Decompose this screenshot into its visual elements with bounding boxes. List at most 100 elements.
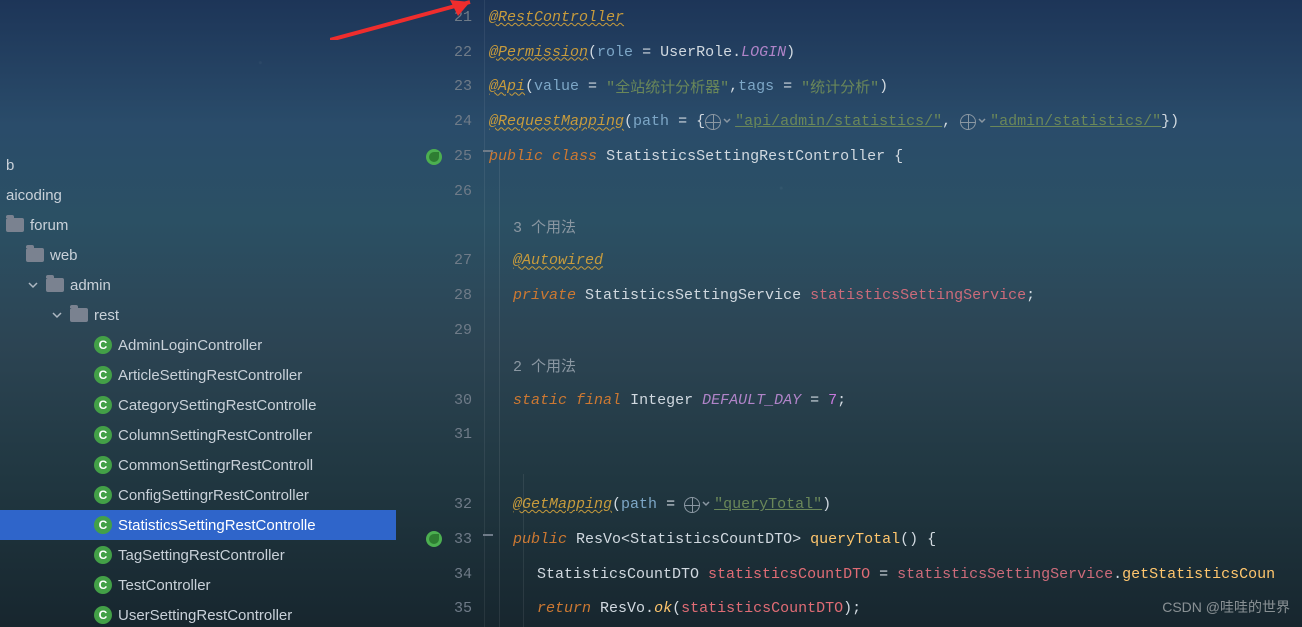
line-number: 25: [450, 148, 472, 165]
annotation: @RestController: [489, 9, 624, 26]
line-number: 34: [450, 566, 472, 583]
line-number: 27: [450, 252, 472, 269]
line-number: 26: [450, 183, 472, 200]
gutter-row: [396, 452, 472, 487]
tree-label: forum: [30, 217, 68, 234]
chevron-down-icon[interactable]: [26, 278, 40, 292]
gutter-row: 27: [396, 244, 472, 279]
class-icon: C: [94, 606, 112, 624]
fold-marker[interactable]: [483, 534, 493, 536]
tree-label: web: [50, 247, 78, 264]
tree-item-file[interactable]: C CategorySettingRestControlle: [0, 390, 396, 420]
tree-item-folder[interactable]: rest: [0, 300, 396, 330]
folder-icon: [6, 218, 24, 232]
tree-label: CommonSettingrRestControll: [118, 457, 313, 474]
tree-item-folder[interactable]: admin: [0, 270, 396, 300]
class-icon: C: [94, 426, 112, 444]
tree-item-folder[interactable]: forum: [0, 210, 396, 240]
line-number: 32: [450, 496, 472, 513]
tree-label: AdminLoginController: [118, 337, 262, 354]
tree-item-file[interactable]: C UserSettingRestController: [0, 600, 396, 627]
usage-hint[interactable]: 3 个用法: [513, 216, 576, 237]
gutter-row: [396, 348, 472, 383]
gutter-row: 24: [396, 104, 472, 139]
line-number: 35: [450, 600, 472, 617]
gutter-row: 29: [396, 313, 472, 348]
annotation: @GetMapping: [513, 496, 612, 513]
tree-item-file[interactable]: C ArticleSettingRestController: [0, 360, 396, 390]
globe-icon[interactable]: [684, 497, 700, 513]
class-icon: C: [94, 546, 112, 564]
tree-label: ColumnSettingRestController: [118, 427, 312, 444]
line-number: 22: [450, 44, 472, 61]
class-icon: C: [94, 396, 112, 414]
code-area[interactable]: @RestController @Permission(role = UserR…: [484, 0, 1302, 627]
tree-item-root[interactable]: b: [0, 150, 396, 180]
tree-label: CategorySettingRestControlle: [118, 397, 316, 414]
tree-label: admin: [70, 277, 111, 294]
gutter: 21222324252627282930313233343536: [396, 0, 484, 627]
code-editor[interactable]: 21222324252627282930313233343536 @RestCo…: [396, 0, 1302, 627]
line-number: 21: [450, 9, 472, 26]
tree-item-file[interactable]: C TestController: [0, 570, 396, 600]
line-number: 31: [450, 426, 472, 443]
tree-label: ConfigSettingrRestController: [118, 487, 309, 504]
tree-label: b: [6, 157, 14, 174]
chevron-down-icon[interactable]: [978, 113, 988, 130]
usage-hint[interactable]: 2 个用法: [513, 355, 576, 376]
chevron-down-icon[interactable]: [723, 113, 733, 130]
gutter-row: 35: [396, 592, 472, 627]
tree-item-file[interactable]: C ConfigSettingrRestController: [0, 480, 396, 510]
tree-item-file[interactable]: C StatisticsSettingRestControlle: [0, 510, 396, 540]
tree-item-root[interactable]: aicoding: [0, 180, 396, 210]
chevron-down-icon[interactable]: [702, 496, 712, 513]
gutter-row: 31: [396, 418, 472, 453]
gutter-row: 21: [396, 0, 472, 35]
annotation: @Permission: [489, 44, 588, 61]
gutter-row: [396, 209, 472, 244]
spring-bean-icon[interactable]: [426, 149, 442, 165]
class-icon: C: [94, 486, 112, 504]
gutter-row: 25: [396, 139, 472, 174]
tree-item-folder[interactable]: web: [0, 240, 396, 270]
indent-guide: [499, 160, 500, 627]
gutter-row: 32: [396, 487, 472, 522]
line-number: 29: [450, 322, 472, 339]
globe-icon[interactable]: [960, 114, 976, 130]
folder-icon: [46, 278, 64, 292]
gutter-row: 34: [396, 557, 472, 592]
gutter-row: 23: [396, 70, 472, 105]
class-icon: C: [94, 516, 112, 534]
class-icon: C: [94, 576, 112, 594]
spring-bean-icon[interactable]: [426, 531, 442, 547]
tree-label: rest: [94, 307, 119, 324]
annotation: @Api: [489, 78, 525, 95]
indent-guide: [523, 474, 524, 627]
line-number: 33: [450, 531, 472, 548]
tree-label: UserSettingRestController: [118, 607, 292, 624]
tree-label: ArticleSettingRestController: [118, 367, 302, 384]
globe-icon[interactable]: [705, 114, 721, 130]
line-number: 28: [450, 287, 472, 304]
tree-label: StatisticsSettingRestControlle: [118, 517, 316, 534]
tree-item-file[interactable]: C TagSettingRestController: [0, 540, 396, 570]
line-number: 24: [450, 113, 472, 130]
gutter-row: 30: [396, 383, 472, 418]
class-icon: C: [94, 366, 112, 384]
annotation: @Autowired: [513, 252, 603, 269]
fold-marker[interactable]: [483, 150, 493, 152]
line-number: 30: [450, 392, 472, 409]
gutter-row: 22: [396, 35, 472, 70]
gutter-row: 28: [396, 278, 472, 313]
line-number: 23: [450, 78, 472, 95]
project-tree[interactable]: b aicoding forum web admin rest CA: [0, 0, 396, 627]
folder-icon: [26, 248, 44, 262]
tree-item-file[interactable]: CAdminLoginController: [0, 330, 396, 360]
tree-item-file[interactable]: C ColumnSettingRestController: [0, 420, 396, 450]
chevron-down-icon[interactable]: [50, 308, 64, 322]
gutter-row: 33: [396, 522, 472, 557]
annotation: @RequestMapping: [489, 113, 624, 130]
tree-label: TagSettingRestController: [118, 547, 285, 564]
tree-label: TestController: [118, 577, 211, 594]
tree-item-file[interactable]: CCommonSettingrRestControll: [0, 450, 396, 480]
